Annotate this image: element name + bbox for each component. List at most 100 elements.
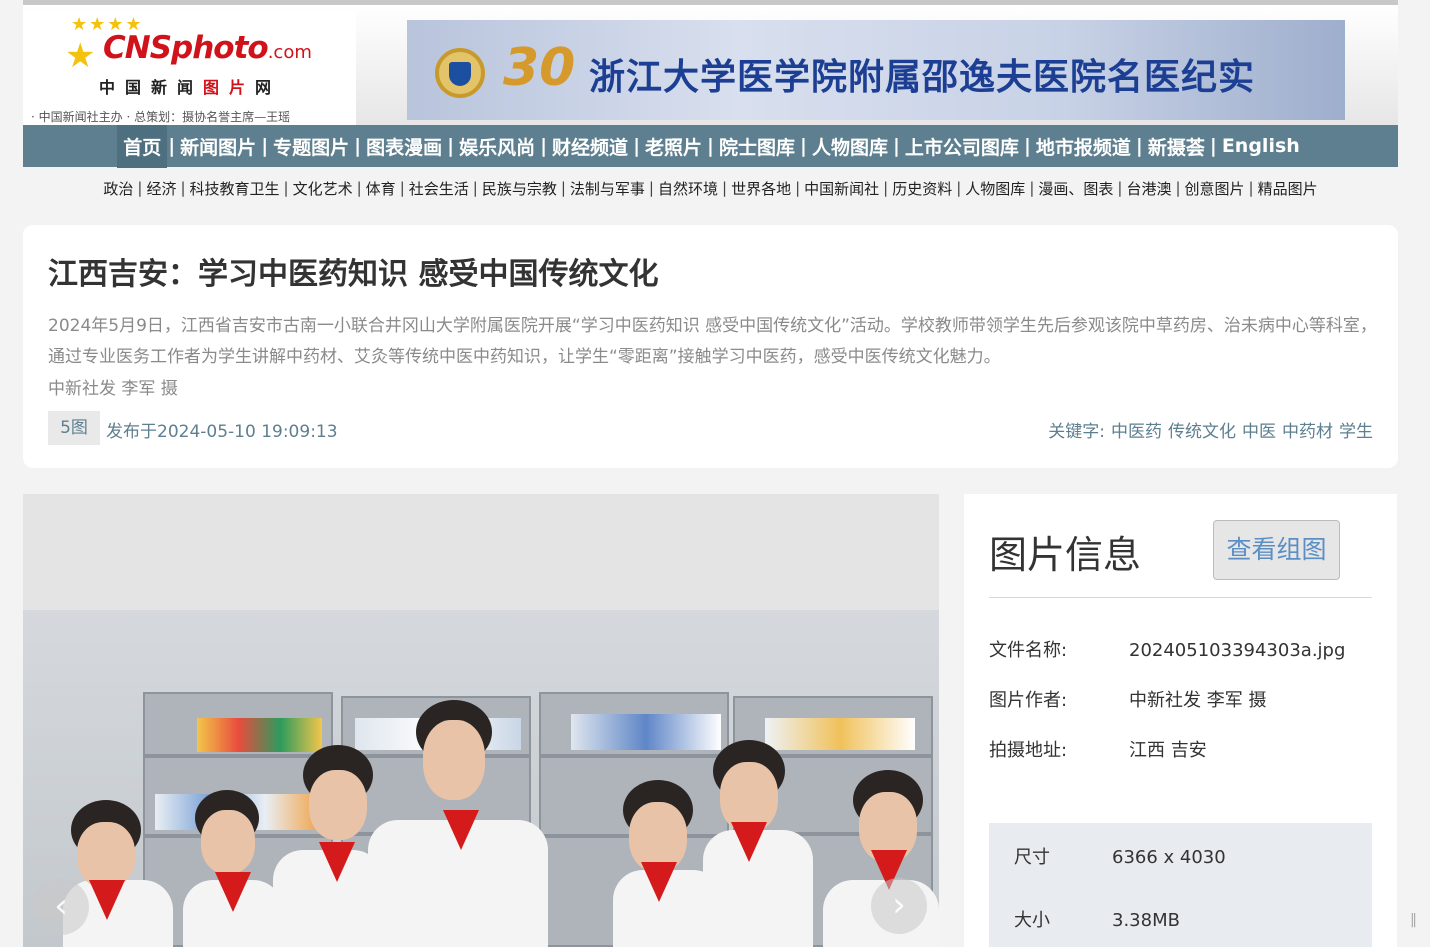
nav-separator: | (354, 135, 362, 157)
photo-specs: 尺寸 6366 x 4030 大小 3.38MB (989, 823, 1372, 947)
sub-nav-item[interactable]: 中国新闻社 (804, 178, 879, 199)
nav-separator: | (633, 135, 641, 157)
nav-separator: | (707, 135, 714, 157)
nav-separator: | (180, 179, 186, 197)
author-row: 图片作者: 中新社发 李军 摄 (989, 690, 1267, 711)
dimension-row: 尺寸 6366 x 4030 (1014, 847, 1226, 868)
article-card: 江西吉安：学习中医药知识 感受中国传统文化 2024年5月9日，江西省吉安市古南… (23, 225, 1398, 468)
sub-nav-item[interactable]: 台港澳 (1126, 178, 1171, 199)
nav-separator: | (137, 179, 143, 197)
logo-star-icon: ★ (65, 36, 96, 76)
article-description: 2024年5月9日，江西省吉安市古南一小联合井冈山大学附属医院开展“学习中医药知… (48, 316, 1377, 367)
main-nav-item[interactable]: 图表漫画 (362, 133, 446, 160)
nav-separator: | (1175, 179, 1181, 197)
main-nav-item[interactable]: 专题图片 (269, 133, 353, 160)
sub-nav-item[interactable]: 民族与宗教 (482, 178, 557, 199)
nav-separator: | (168, 135, 176, 157)
main-nav-item[interactable]: 财经频道 (548, 133, 632, 160)
photo-count-badge[interactable]: 5图 (48, 411, 100, 445)
article-credit: 中新社发 李军 摄 (48, 379, 178, 399)
nav-separator: | (1209, 135, 1217, 157)
nav-separator: | (722, 179, 728, 197)
main-photo[interactable] (23, 610, 939, 947)
nav-separator: | (795, 179, 801, 197)
banner-title: 浙江大学医学院附属邵逸夫医院名医纪实 (589, 57, 1256, 98)
sub-nav-item[interactable]: 人物图库 (965, 178, 1025, 199)
main-navigation: 首页 | 新闻图片 | 专题图片 | 图表漫画 | 娱乐风尚 | 财经频道 | 老照片 | 院士图库 | 人物图… (23, 124, 1398, 168)
nav-separator: | (648, 179, 654, 197)
sub-nav-item[interactable]: 法制与军事 (570, 178, 645, 199)
main-nav-item[interactable]: 院士图库 (715, 133, 799, 160)
info-title: 图片信息 (989, 533, 1142, 577)
sub-nav-item[interactable]: 历史资料 (892, 178, 952, 199)
nav-separator: | (883, 179, 889, 197)
nav-separator: | (399, 179, 405, 197)
resize-grip-icon[interactable]: ‖ (1410, 912, 1420, 937)
main-nav-item[interactable]: 新摄荟 (1144, 133, 1209, 160)
sub-nav-item[interactable]: 文化艺术 (293, 178, 353, 199)
sub-nav-item[interactable]: 科技教育卫生 (190, 178, 280, 199)
nav-separator: | (261, 135, 269, 157)
file-name-row: 文件名称: 202405103394303a.jpg (989, 640, 1346, 661)
sub-nav-item[interactable]: 体育 (366, 178, 396, 199)
site-header: ★★★★ ★ CNSphoto.com 中国新闻图片网 · 中国新闻社主办 · … (23, 5, 1398, 125)
main-nav-item[interactable]: 娱乐风尚 (455, 133, 539, 160)
publish-time: 发布于2024-05-10 19:09:13 (106, 422, 338, 442)
nav-separator: | (472, 179, 478, 197)
nav-separator: | (1117, 179, 1123, 197)
keyword-link[interactable]: 中药材 (1282, 422, 1333, 442)
sub-nav-item[interactable]: 漫画、图表 (1038, 178, 1113, 199)
filesize-row: 大小 3.38MB (1014, 910, 1180, 931)
keywords: 关键字: 中医药 传统文化 中医 中药材 学生 (1048, 417, 1373, 442)
nav-separator: | (956, 179, 962, 197)
main-nav-item[interactable]: 新闻图片 (176, 133, 260, 160)
nav-separator: | (560, 179, 566, 197)
main-nav-item[interactable]: 上市公司图库 (901, 133, 1023, 160)
dimension-value: 6366 x 4030 (1112, 847, 1226, 868)
nav-separator: | (892, 135, 900, 157)
main-nav-item[interactable]: 老照片 (641, 133, 706, 160)
sub-nav-item[interactable]: 社会生活 (409, 178, 469, 199)
keyword-link[interactable]: 中医药 (1111, 422, 1162, 442)
keyword-link[interactable]: 中医 (1242, 422, 1276, 442)
hospital-banner-ad[interactable]: 30 浙江大学医学院附属邵逸夫医院名医纪实 (407, 20, 1345, 120)
hospital-emblem-icon (435, 48, 485, 98)
nav-separator: | (1135, 135, 1143, 157)
sub-nav-item[interactable]: 经济 (146, 178, 176, 199)
nav-separator: | (447, 135, 455, 157)
nav-separator: | (283, 179, 289, 197)
nav-separator: | (1029, 179, 1035, 197)
main-nav-item[interactable]: 人物图库 (808, 133, 892, 160)
keyword-link[interactable]: 学生 (1339, 422, 1373, 442)
main-nav-item[interactable]: English (1218, 135, 1304, 157)
photo-viewer: ‹ › (23, 494, 939, 947)
next-photo-button[interactable]: › (871, 878, 927, 934)
logo-name: CNSphoto.com (103, 30, 312, 66)
sub-nav-item[interactable]: 政治 (103, 178, 133, 199)
nav-separator: | (356, 179, 362, 197)
site-logo[interactable]: ★★★★ ★ CNSphoto.com 中国新闻图片网 · 中国新闻社主办 · … (23, 10, 356, 125)
logo-subtitle: · 中国新闻社主办 · 总策划：摄协名誉主席—王瑶 (31, 110, 291, 124)
sub-navigation: 政治 | 经济 | 科技教育卫生 | 文化艺术 | 体育 | 社会生活 | 民族与宗教 | 法制与军事 | 自然… (23, 167, 1398, 209)
article-title: 江西吉安：学习中医药知识 感受中国传统文化 (48, 257, 659, 292)
sub-nav-item[interactable]: 世界各地 (731, 178, 791, 199)
nav-separator: | (800, 135, 807, 157)
sub-nav-item[interactable]: 自然环境 (658, 178, 718, 199)
sub-nav-item[interactable]: 精品图片 (1258, 178, 1318, 199)
view-group-button[interactable]: 查看组图 (1213, 520, 1340, 580)
sub-nav-item[interactable]: 创意图片 (1185, 178, 1245, 199)
file-name-value: 202405103394303a.jpg (1129, 640, 1346, 661)
prev-photo-button[interactable]: ‹ (33, 879, 89, 935)
filesize-value: 3.38MB (1112, 910, 1180, 931)
location-row: 拍摄地址: 江西 吉安 (989, 740, 1207, 761)
photo-info-panel: 图片信息 查看组图 文件名称: 202405103394303a.jpg 图片作者… (964, 494, 1397, 947)
keyword-link[interactable]: 传统文化 (1168, 422, 1236, 442)
main-nav-item[interactable]: 首页 (117, 124, 168, 168)
author-value: 中新社发 李军 摄 (1129, 690, 1267, 711)
nav-separator: | (1248, 179, 1254, 197)
logo-chinese-name: 中国新闻图片网 (99, 78, 282, 97)
main-nav-item[interactable]: 地市报频道 (1032, 133, 1135, 160)
banner-anniversary: 30 (503, 38, 576, 98)
location-value: 江西 吉安 (1129, 740, 1207, 761)
nav-separator: | (540, 135, 548, 157)
